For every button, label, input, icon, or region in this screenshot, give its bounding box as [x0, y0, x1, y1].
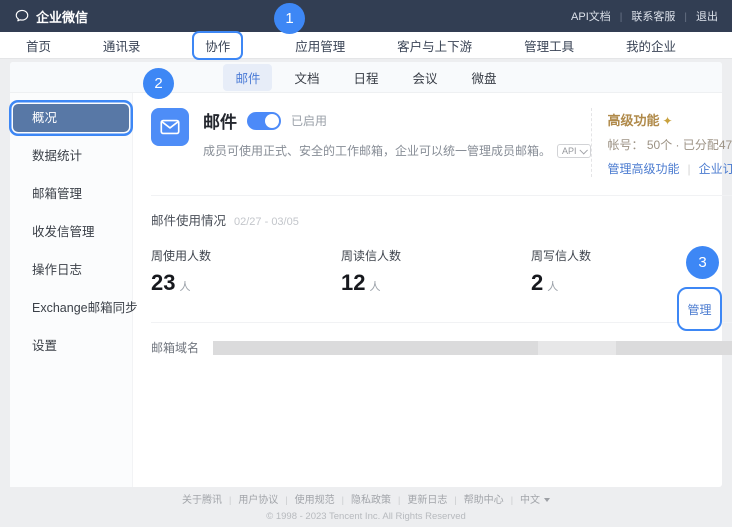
- sparkle-icon: ✦: [663, 114, 673, 128]
- usage-section: 邮件使用情况02/27 - 03/05 周使用人数 23 人 周读信人数: [151, 195, 732, 296]
- footer: 关于腾讯 用户协议 使用规范 隐私政策 更新日志 帮助中心 中文 © 1998 …: [0, 491, 732, 522]
- copyright: © 1998 - 2023 Tencent Inc. All Rights Re…: [0, 511, 732, 522]
- annotation-step-1: 1: [274, 3, 305, 34]
- brand: 企业微信: [14, 7, 88, 26]
- language-selector[interactable]: 中文: [504, 491, 550, 506]
- manage-domain-button[interactable]: 管理: [687, 301, 711, 318]
- enterprise-order-link[interactable]: 企业订单: [680, 160, 732, 177]
- stat-label: 周读信人数: [341, 247, 531, 264]
- manage-premium-link[interactable]: 管理高级功能: [608, 160, 680, 177]
- logout-link[interactable]: 退出: [675, 8, 718, 24]
- envelope-icon: [159, 116, 181, 138]
- stat-weekly-readers: 周读信人数 12 人: [341, 247, 531, 296]
- tab-mail[interactable]: 邮件: [223, 64, 272, 91]
- topbar: 企业微信 API文档 联系客服 退出: [0, 0, 732, 32]
- premium-title: 高级功能: [608, 113, 660, 128]
- api-docs-link[interactable]: API文档: [571, 8, 611, 24]
- wecom-logo-icon: [14, 8, 30, 24]
- footer-link-user-agreement[interactable]: 用户协议: [222, 491, 278, 506]
- chevron-down-icon: [579, 146, 587, 154]
- stat-value: 12: [341, 270, 365, 296]
- stat-value: 23: [151, 270, 175, 296]
- domain-bar-highlight: [538, 341, 617, 355]
- footer-link-about[interactable]: 关于腾讯: [182, 491, 222, 506]
- nav-item-customers[interactable]: 客户与上下游: [397, 36, 472, 55]
- language-label: 中文: [520, 495, 540, 506]
- stat-value: 2: [531, 270, 543, 296]
- tab-docs[interactable]: 文档: [282, 64, 331, 91]
- api-dropdown-badge[interactable]: API: [557, 144, 591, 158]
- stat-unit: 人: [179, 278, 190, 294]
- app-header-info: 邮件 已启用 成员可使用正式、安全的工作邮箱，企业可以统一管理成员邮箱。 API: [203, 108, 591, 177]
- main-nav: 首页 通讯录 协作 应用管理 客户与上下游 管理工具 我的企业: [0, 32, 732, 59]
- footer-link-help-center[interactable]: 帮助中心: [447, 491, 503, 506]
- footer-links: 关于腾讯 用户协议 使用规范 隐私政策 更新日志 帮助中心 中文: [0, 491, 732, 506]
- footer-link-privacy[interactable]: 隐私政策: [335, 491, 391, 506]
- api-badge-label: API: [562, 146, 577, 156]
- app-header: 邮件 已启用 成员可使用正式、安全的工作邮箱，企业可以统一管理成员邮箱。 API: [151, 93, 732, 177]
- sidebar-item-overview[interactable]: 概况: [13, 104, 129, 132]
- sidebar-item-mailbox-management[interactable]: 邮箱管理: [10, 180, 132, 208]
- sidebar-item-operation-log[interactable]: 操作日志: [10, 256, 132, 284]
- usage-stats: 周使用人数 23 人 周读信人数 12 人: [151, 247, 732, 296]
- premium-account-info: 帐号： 50个 · 已分配47个: [608, 136, 732, 153]
- footer-link-changelog[interactable]: 更新日志: [391, 491, 447, 506]
- tab-bar: 邮件 文档 日程 会议 微盘: [10, 62, 722, 93]
- tab-drive[interactable]: 微盘: [460, 64, 509, 91]
- nav-item-contacts[interactable]: 通讯录: [103, 36, 141, 55]
- sidebar-item-send-receive[interactable]: 收发信管理: [10, 218, 132, 246]
- mail-domain-row: 邮箱域名: [151, 322, 732, 356]
- nav-item-admin-tools[interactable]: 管理工具: [524, 36, 574, 55]
- annotation-step-3: 3: [686, 246, 719, 279]
- sidebar-item-settings[interactable]: 设置: [10, 332, 132, 360]
- annotation-box-step1: 协作: [192, 31, 243, 60]
- nav-item-app-management[interactable]: 应用管理: [295, 36, 345, 55]
- content-card: 邮件 文档 日程 会议 微盘 概况 数据统计 邮箱管理 收发信管理 操作日志 E…: [10, 62, 722, 487]
- nav-item-my-company[interactable]: 我的企业: [626, 36, 676, 55]
- footer-link-usage-rules[interactable]: 使用规范: [278, 491, 334, 506]
- usage-period: 02/27 - 03/05: [234, 216, 299, 228]
- tab-meeting[interactable]: 会议: [401, 64, 450, 91]
- mail-enabled-toggle[interactable]: [247, 112, 281, 130]
- usage-title: 邮件使用情况: [151, 214, 226, 228]
- topbar-links: API文档 联系客服 退出: [571, 8, 718, 24]
- mail-app-icon: [151, 108, 189, 146]
- tab-calendar[interactable]: 日程: [341, 64, 390, 91]
- brand-name: 企业微信: [36, 7, 88, 26]
- domain-label: 邮箱域名: [151, 339, 199, 356]
- stat-unit: 人: [369, 278, 380, 294]
- app-description: 成员可使用正式、安全的工作邮箱，企业可以统一管理成员邮箱。: [203, 142, 551, 159]
- domain-redacted-bar: [213, 341, 732, 355]
- premium-panel: 高级功能✦ 帐号： 50个 · 已分配47个 管理高级功能 企业订单: [591, 108, 732, 177]
- sidebar-item-statistics[interactable]: 数据统计: [10, 142, 132, 170]
- stat-unit: 人: [547, 278, 558, 294]
- stat-weekly-users: 周使用人数 23 人: [151, 247, 341, 296]
- toggle-knob: [265, 114, 279, 128]
- card-body: 概况 数据统计 邮箱管理 收发信管理 操作日志 Exchange邮箱同步 设置: [10, 93, 722, 487]
- annotation-step-2: 2: [143, 68, 174, 99]
- sidebar-item-exchange-sync[interactable]: Exchange邮箱同步: [10, 294, 132, 322]
- nav-item-home[interactable]: 首页: [26, 36, 51, 55]
- sidebar: 概况 数据统计 邮箱管理 收发信管理 操作日志 Exchange邮箱同步 设置: [10, 93, 133, 487]
- annotation-box-step3: 管理: [677, 287, 722, 331]
- nav-item-collaboration[interactable]: 协作: [205, 40, 230, 54]
- caret-down-icon: [544, 498, 550, 502]
- enabled-status-label: 已启用: [291, 112, 327, 129]
- contact-support-link[interactable]: 联系客服: [611, 8, 676, 24]
- main-panel: 邮件 已启用 成员可使用正式、安全的工作邮箱，企业可以统一管理成员邮箱。 API: [133, 93, 732, 487]
- app-title: 邮件: [203, 108, 237, 133]
- screen: 企业微信 API文档 联系客服 退出 首页 通讯录 协作 应用管理 客户与上下游…: [0, 0, 732, 527]
- stat-label: 周使用人数: [151, 247, 341, 264]
